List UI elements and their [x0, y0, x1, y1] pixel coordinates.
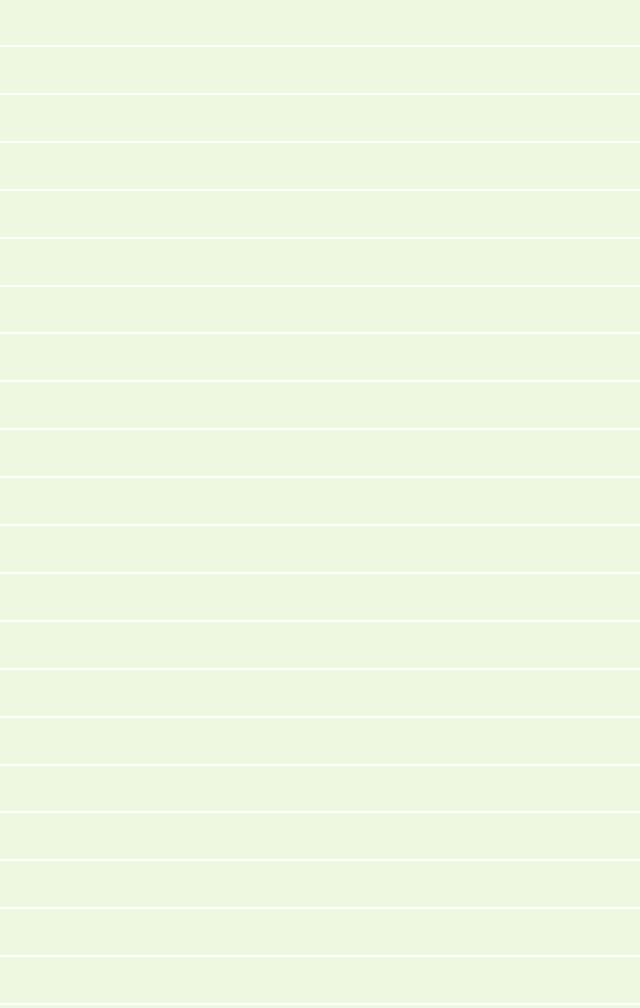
ruled-line: [0, 92, 640, 95]
lined-paper-area: [0, 0, 640, 1008]
ruled-line: [0, 619, 640, 622]
ruled-line: [0, 763, 640, 766]
ruled-line: [0, 667, 640, 670]
ruled-line: [0, 188, 640, 191]
ruled-line: [0, 428, 640, 431]
ruled-line: [0, 284, 640, 287]
ruled-line: [0, 859, 640, 862]
ruled-line: [0, 1003, 640, 1005]
ruled-line: [0, 524, 640, 526]
ruled-line: [0, 715, 640, 718]
ruled-line: [0, 236, 640, 239]
ruled-line: [0, 140, 640, 143]
ruled-line: [0, 332, 640, 335]
ruled-line: [0, 380, 640, 383]
ruled-line: [0, 955, 640, 958]
ruled-line: [0, 45, 640, 47]
ruled-line: [0, 476, 640, 479]
ruled-line: [0, 811, 640, 814]
ruled-line: [0, 907, 640, 910]
ruled-line: [0, 571, 640, 574]
lined-paper-screen: [0, 0, 640, 1008]
